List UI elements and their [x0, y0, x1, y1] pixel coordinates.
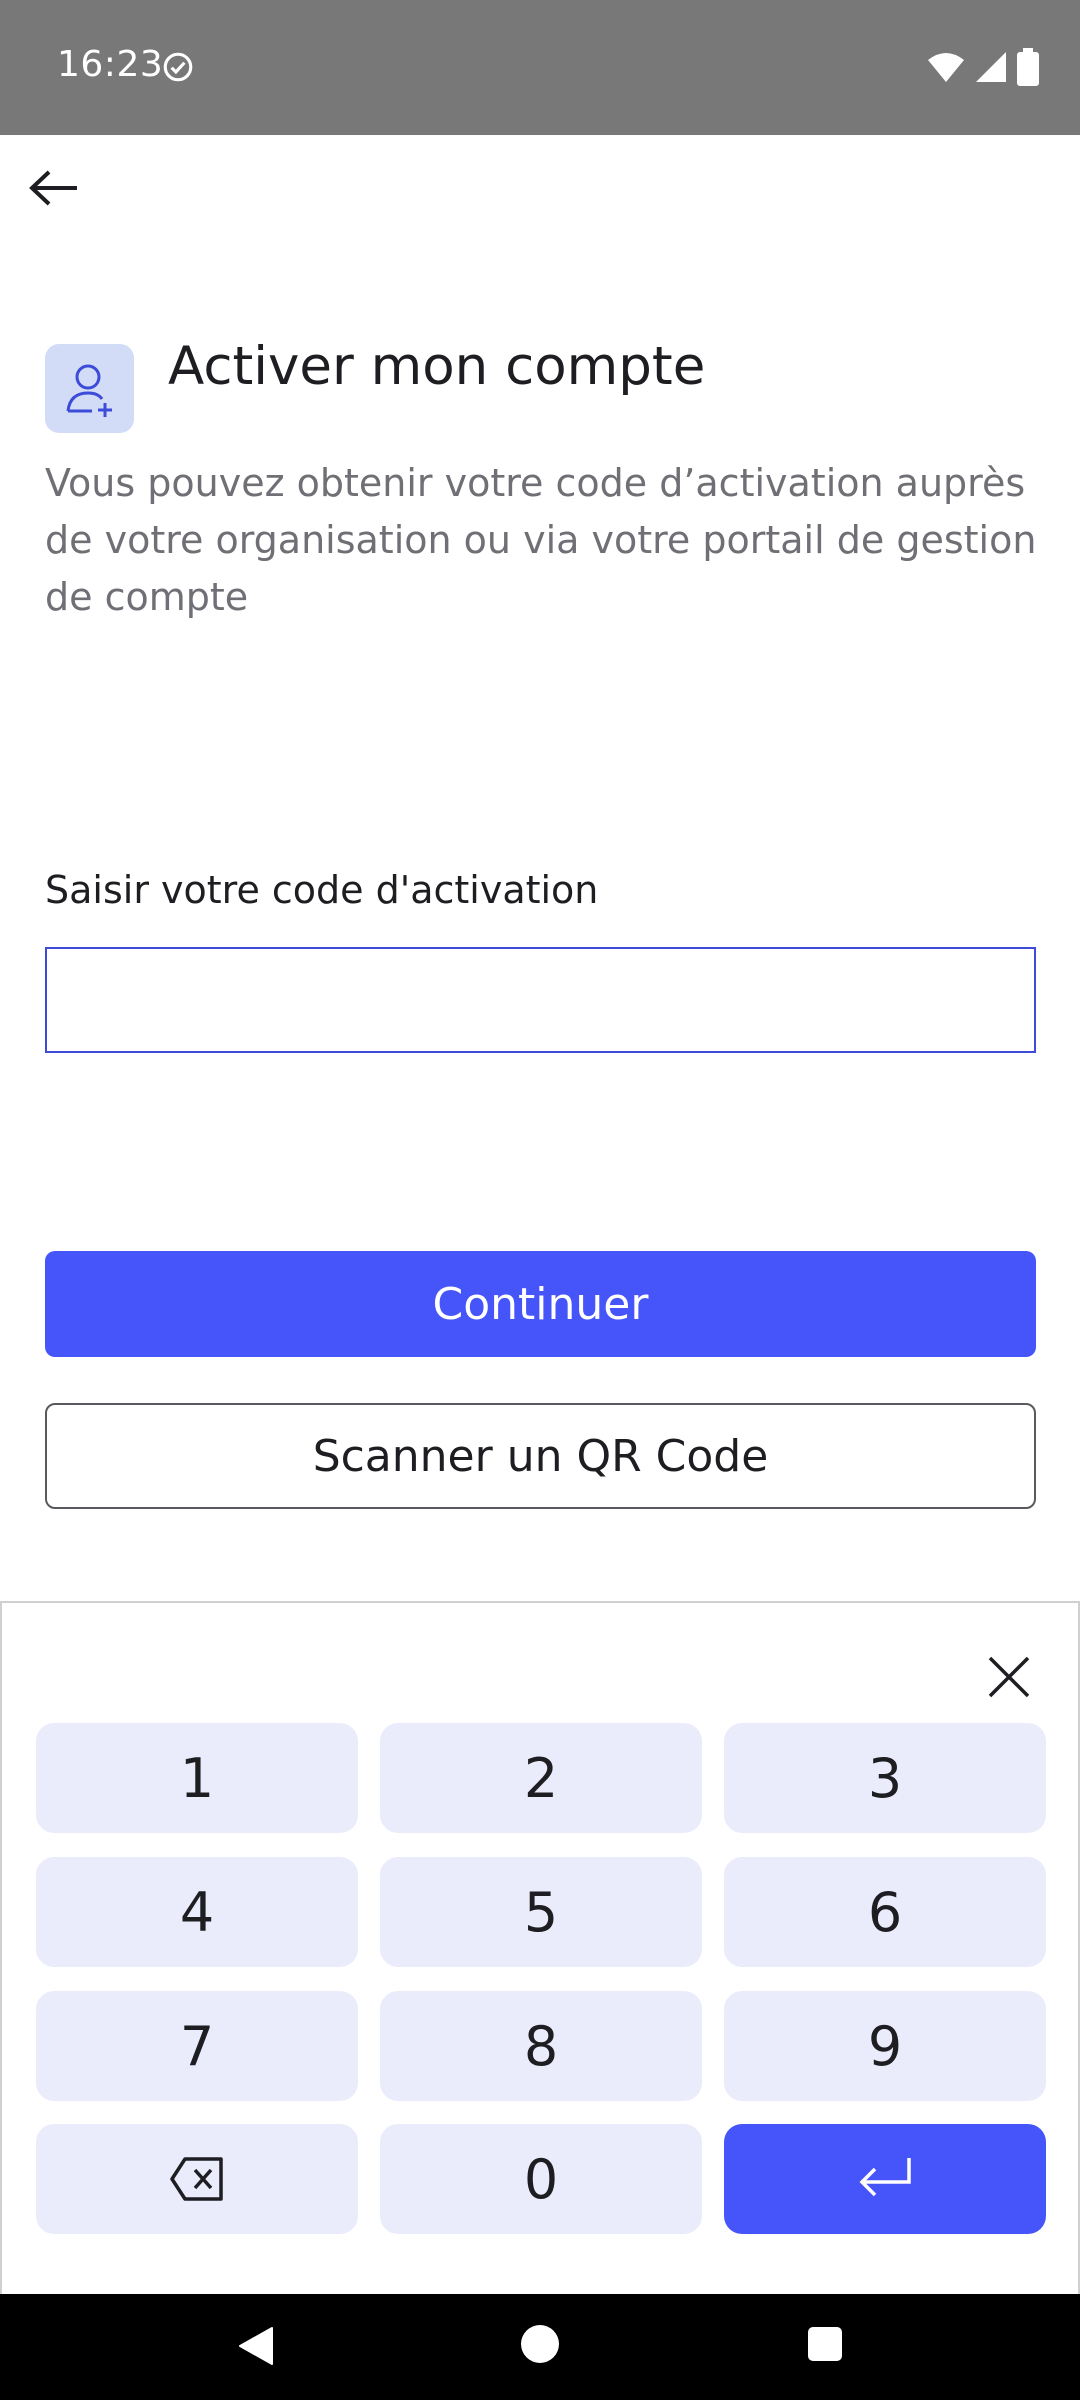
scan-qr-button[interactable]: Scanner un QR Code: [45, 1403, 1036, 1509]
nav-home-icon[interactable]: [521, 2325, 559, 2363]
key-8[interactable]: 8: [380, 1991, 702, 2101]
key-3[interactable]: 3: [724, 1723, 1046, 1833]
key-9[interactable]: 9: [724, 1991, 1046, 2101]
nav-recents-icon[interactable]: [808, 2327, 842, 2361]
signal-icon: [976, 52, 1006, 82]
status-icons: [926, 48, 1040, 86]
enter-icon: [859, 2158, 911, 2197]
activation-code-label: Saisir votre code d'activation: [45, 868, 599, 912]
page-title: Activer mon compte: [168, 336, 706, 397]
sync-check-icon: [163, 52, 193, 82]
key-delete[interactable]: [36, 2124, 358, 2234]
back-button[interactable]: [22, 160, 86, 216]
close-icon: [988, 1656, 1030, 1698]
status-time: 16:23: [57, 44, 164, 85]
status-bar: 16:23: [0, 0, 1080, 135]
key-enter[interactable]: [724, 2124, 1046, 2234]
battery-icon: [1017, 48, 1039, 86]
keypad-close-button[interactable]: [977, 1645, 1041, 1709]
page-subtitle: Vous pouvez obtenir votre code d’activat…: [45, 461, 1037, 619]
system-nav-bar: [0, 2294, 1080, 2400]
continue-button[interactable]: Continuer: [45, 1251, 1036, 1357]
key-1[interactable]: 1: [36, 1723, 358, 1833]
backspace-icon: [170, 2157, 223, 2201]
key-2[interactable]: 2: [380, 1723, 702, 1833]
add-user-icon-badge: [45, 344, 134, 433]
arrow-left-icon: [29, 170, 77, 206]
numeric-keypad: 1 2 3 4 5 6 7 8 9 0: [0, 1601, 1080, 2294]
key-6[interactable]: 6: [724, 1857, 1046, 1967]
add-user-icon: [66, 364, 112, 417]
nav-back-icon[interactable]: [238, 2326, 274, 2366]
wifi-icon: [928, 53, 964, 82]
key-7[interactable]: 7: [36, 1991, 358, 2101]
key-5[interactable]: 5: [380, 1857, 702, 1967]
key-0[interactable]: 0: [380, 2124, 702, 2234]
key-4[interactable]: 4: [36, 1857, 358, 1967]
activation-code-input[interactable]: [45, 947, 1036, 1053]
